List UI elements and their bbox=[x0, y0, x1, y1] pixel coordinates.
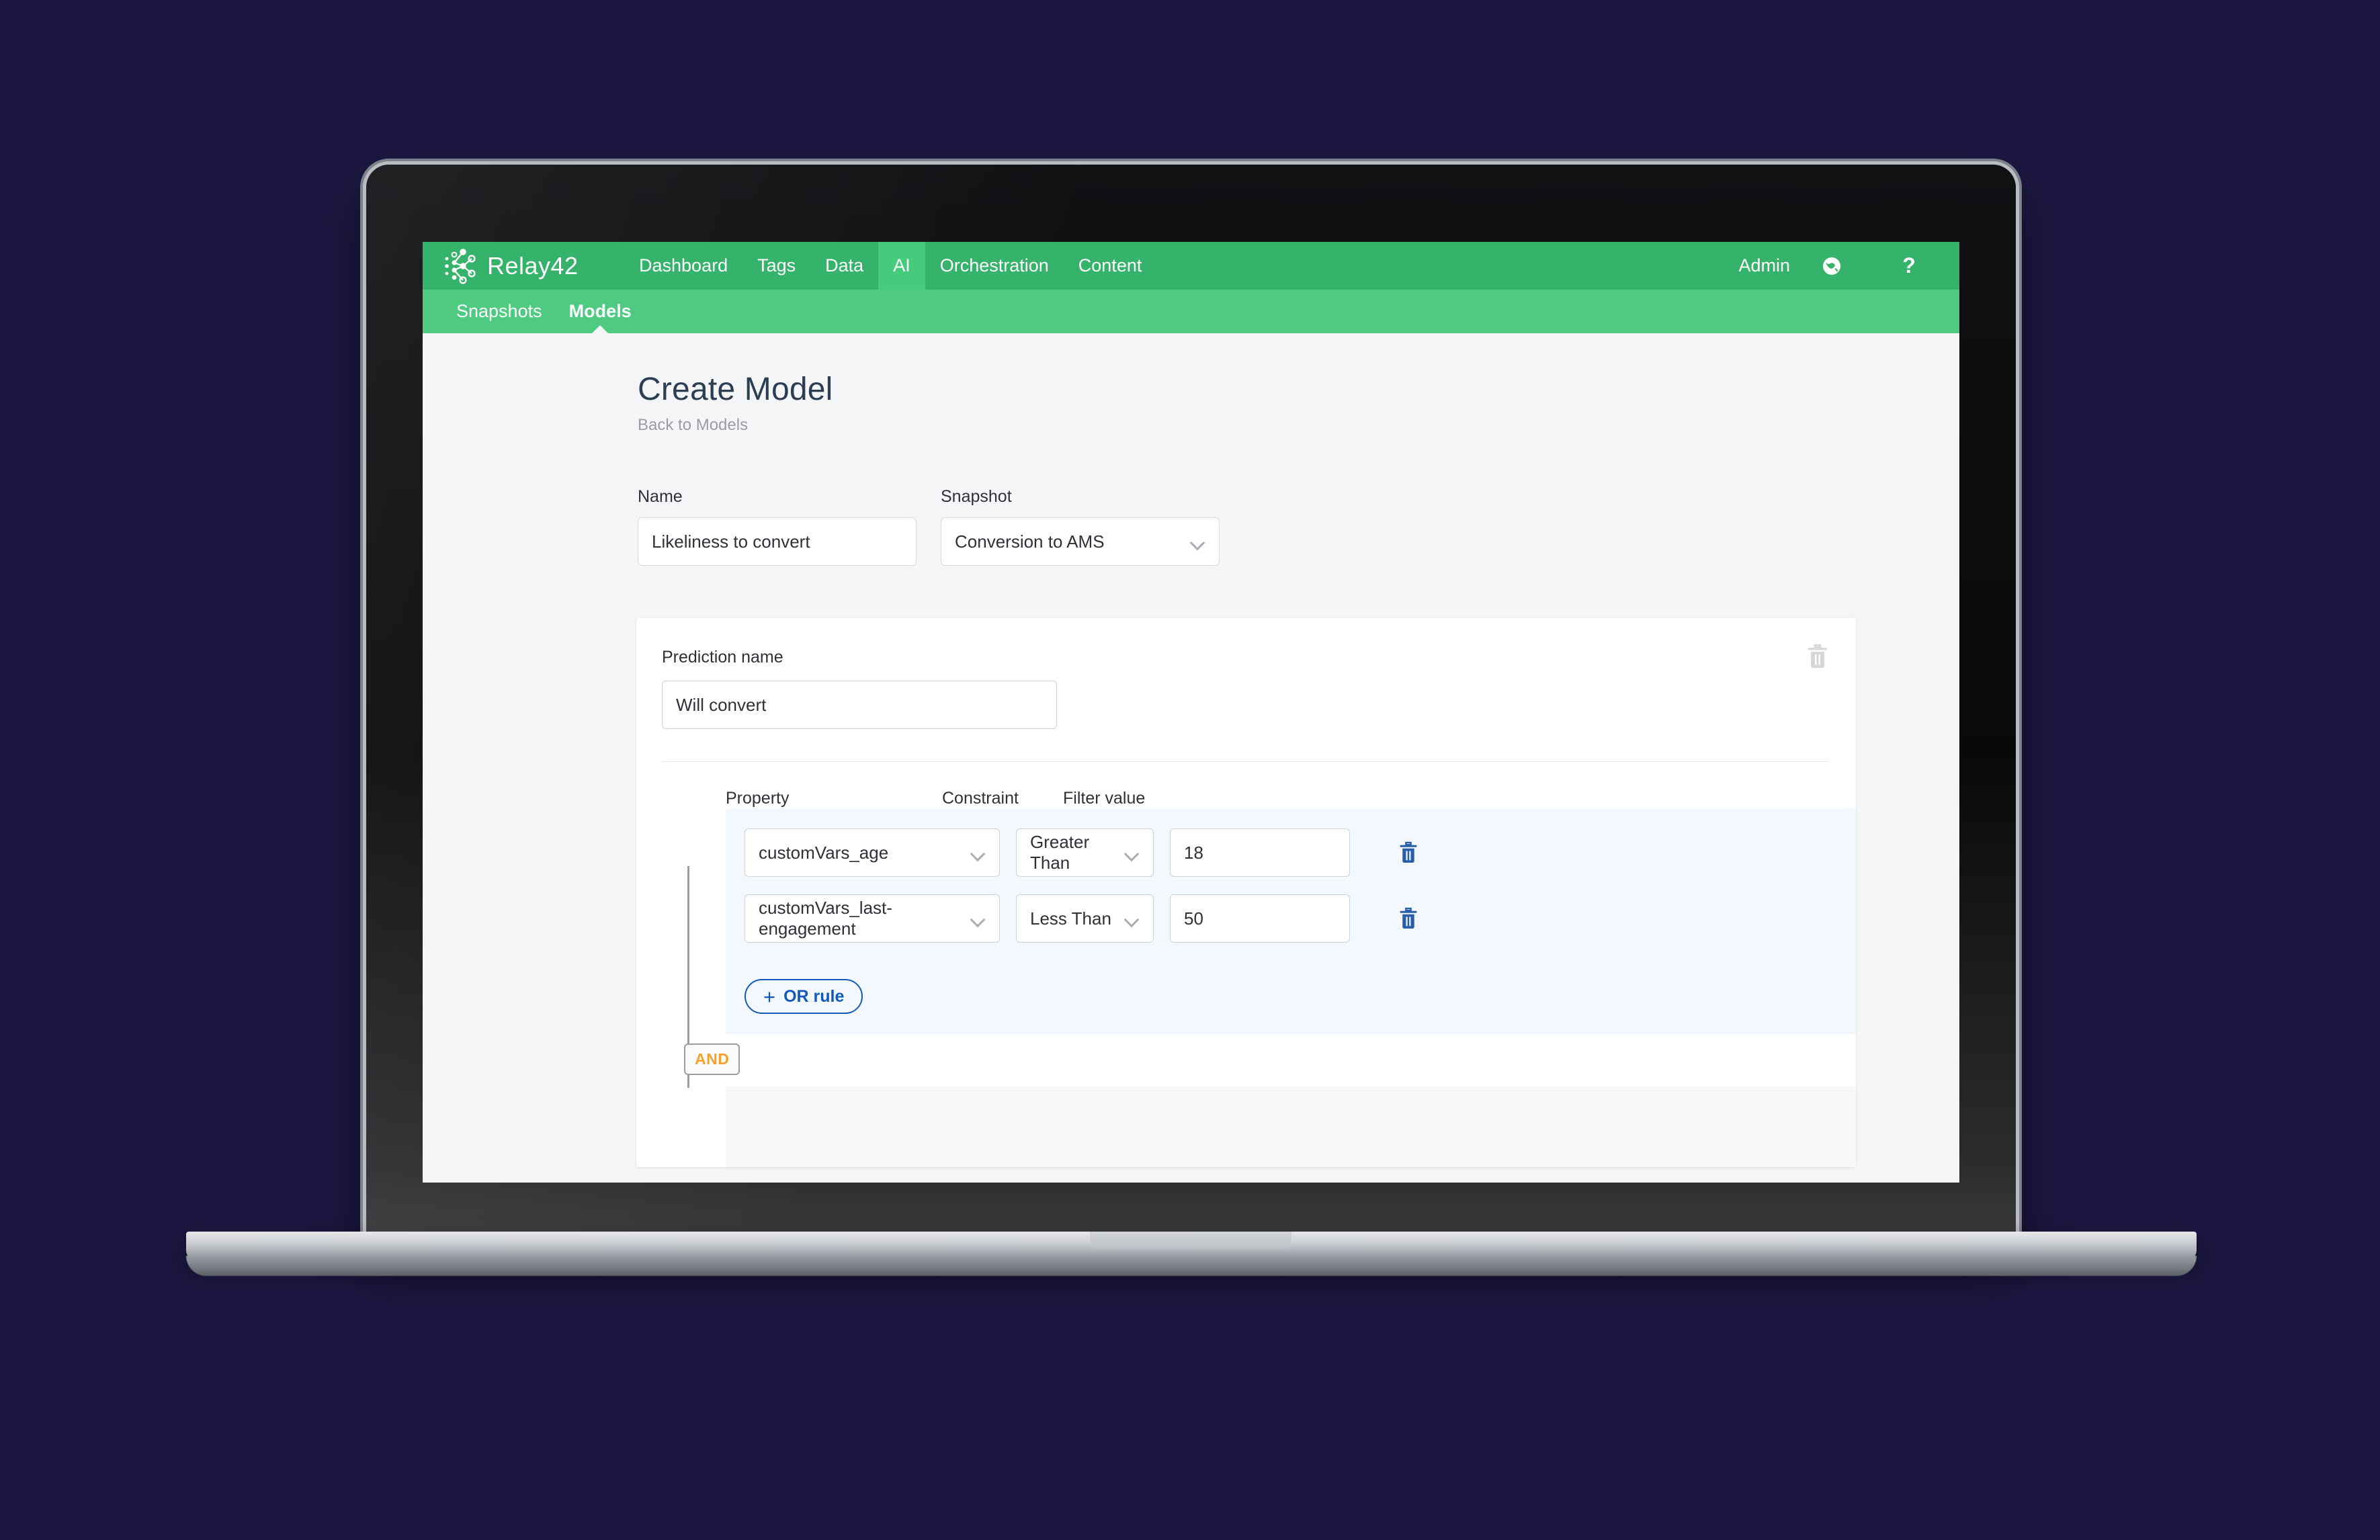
snapshot-select[interactable]: Conversion to AMS bbox=[941, 517, 1220, 566]
help-button[interactable]: ? bbox=[1859, 253, 1959, 278]
page-title: Create Model bbox=[638, 372, 833, 407]
name-field-group: Name Likeliness to convert bbox=[638, 487, 917, 566]
nav-item-orchestration[interactable]: Orchestration bbox=[925, 242, 1064, 290]
rule-constraint-select[interactable]: Greater Than bbox=[1016, 828, 1154, 877]
chevron-down-icon bbox=[1125, 849, 1140, 857]
add-or-rule-button[interactable]: + OR rule bbox=[745, 979, 863, 1014]
nav-item-ai[interactable]: AI bbox=[878, 242, 925, 290]
and-operator-badge[interactable]: AND bbox=[684, 1043, 740, 1075]
chevron-down-icon bbox=[971, 849, 986, 857]
column-header-property: Property bbox=[726, 789, 790, 808]
laptop-base-lip bbox=[186, 1256, 2197, 1276]
relay42-dots-logo-icon bbox=[443, 248, 484, 284]
nav-right-cluster: Admin ? bbox=[1724, 242, 1959, 290]
column-header-constraint: Constraint bbox=[942, 789, 1019, 808]
back-to-models-link[interactable]: Back to Models bbox=[638, 416, 1838, 435]
brand-name: Relay42 bbox=[487, 251, 579, 280]
brand[interactable]: Relay42 bbox=[423, 248, 624, 284]
column-header-filter-value: Filter value bbox=[1063, 789, 1146, 808]
snapshot-field-label: Snapshot bbox=[941, 487, 1012, 506]
prediction-name-input[interactable]: Will convert bbox=[662, 681, 1057, 729]
page-content: Create Model Back to Models Name Likelin… bbox=[423, 371, 1959, 1167]
app-window: Relay42 Dashboard Tags Data AI Orchestra… bbox=[423, 242, 1959, 1183]
laptop-screen: Relay42 Dashboard Tags Data AI Orchestra… bbox=[423, 242, 1959, 1183]
plus-icon: + bbox=[763, 984, 776, 1009]
rule-group: customVars_age Greater Than 18 customVar… bbox=[726, 808, 1856, 1034]
nav-item-content[interactable]: Content bbox=[1064, 242, 1157, 290]
rule-filter-value-input[interactable]: 50 bbox=[1170, 894, 1350, 943]
nav-item-data[interactable]: Data bbox=[810, 242, 878, 290]
subnav-item-models[interactable]: Models bbox=[556, 290, 645, 333]
delete-rule-trash-icon[interactable] bbox=[1398, 907, 1418, 930]
rule-constraint-value: Less Than bbox=[1030, 908, 1111, 929]
rule-property-value: customVars_age bbox=[759, 842, 889, 863]
nav-item-dashboard[interactable]: Dashboard bbox=[624, 242, 742, 290]
rule-property-select[interactable]: customVars_age bbox=[745, 828, 1000, 877]
rules-column-headers: Property Constraint Filter value bbox=[636, 762, 1856, 808]
rule-row: customVars_age Greater Than 18 bbox=[726, 828, 1856, 877]
name-field-label: Name bbox=[638, 487, 683, 506]
rule-property-select[interactable]: customVars_last-engagement bbox=[745, 894, 1000, 943]
page-body: Create Model Back to Models Name Likelin… bbox=[423, 333, 1959, 1183]
rule-constraint-select[interactable]: Less Than bbox=[1016, 894, 1154, 943]
snapshot-select-value: Conversion to AMS bbox=[955, 531, 1105, 552]
laptop-base-notch bbox=[1090, 1232, 1291, 1249]
chevron-down-icon bbox=[1125, 914, 1140, 923]
trash-icon[interactable] bbox=[1806, 644, 1829, 673]
prediction-name-label: Prediction name bbox=[662, 648, 783, 667]
secondary-navigation-bar: Snapshots Models bbox=[423, 290, 1959, 333]
delete-rule-trash-icon[interactable] bbox=[1398, 841, 1418, 864]
chevron-down-icon bbox=[971, 914, 986, 923]
rule-row: customVars_last-engagement Less Than 50 bbox=[726, 894, 1856, 943]
next-rule-group-placeholder bbox=[726, 1086, 1856, 1167]
rule-filter-value-input[interactable]: 18 bbox=[1170, 828, 1350, 877]
scene: Relay42 Dashboard Tags Data AI Orchestra… bbox=[0, 0, 2380, 1540]
name-input[interactable]: Likeliness to convert bbox=[638, 517, 917, 566]
nav-item-tags[interactable]: Tags bbox=[742, 242, 810, 290]
rule-constraint-value: Greater Than bbox=[1030, 832, 1090, 873]
admin-menu[interactable]: Admin bbox=[1724, 255, 1805, 276]
snapshot-field-group: Snapshot Conversion to AMS bbox=[941, 487, 1220, 566]
top-navigation-bar: Relay42 Dashboard Tags Data AI Orchestra… bbox=[423, 242, 1959, 290]
globe-icon[interactable] bbox=[1805, 255, 1859, 277]
prediction-card: Prediction name Will convert Property Co… bbox=[636, 618, 1856, 1167]
add-or-rule-label: OR rule bbox=[783, 986, 845, 1006]
subnav-item-snapshots[interactable]: Snapshots bbox=[443, 290, 556, 333]
and-connector: AND bbox=[684, 866, 1856, 1088]
chevron-down-icon bbox=[1191, 538, 1205, 546]
laptop-lid: Relay42 Dashboard Tags Data AI Orchestra… bbox=[366, 165, 2016, 1240]
prediction-card-header: Prediction name Will convert bbox=[636, 618, 1856, 729]
primary-nav-items: Dashboard Tags Data AI Orchestration Con… bbox=[624, 242, 1156, 290]
laptop-mockup: Relay42 Dashboard Tags Data AI Orchestra… bbox=[186, 165, 2197, 1276]
model-form-row: Name Likeliness to convert Snapshot Conv… bbox=[638, 487, 1838, 566]
rule-property-value: customVars_last-engagement bbox=[759, 898, 892, 939]
